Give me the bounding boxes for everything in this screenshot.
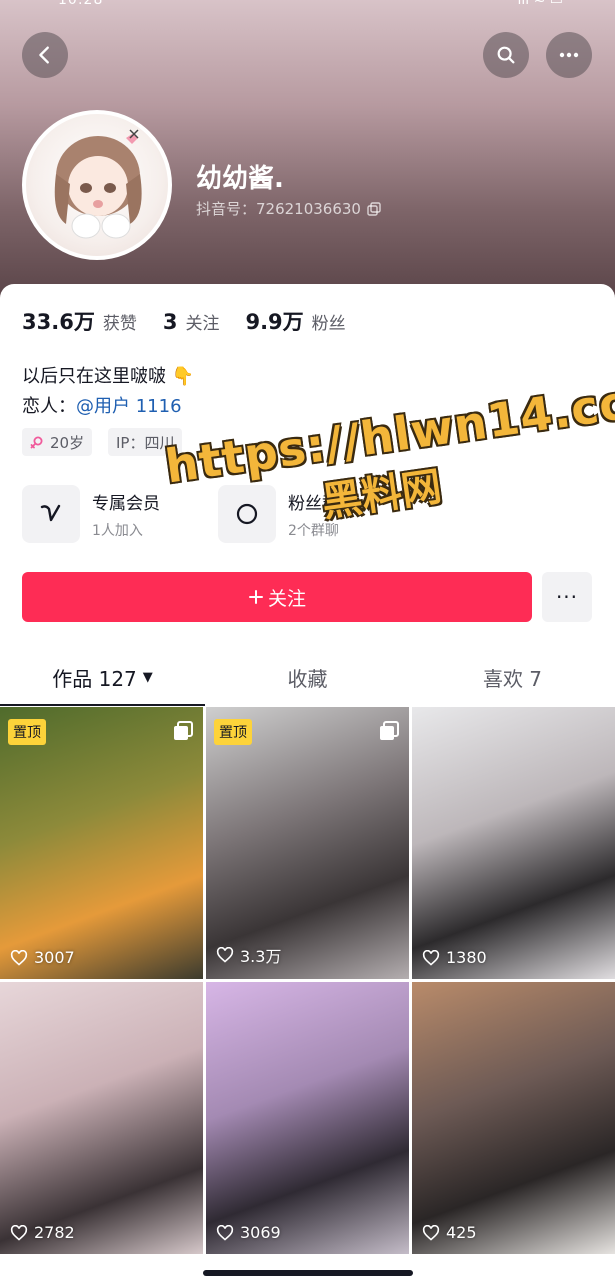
chat-bubble-icon [236,503,258,525]
search-icon [497,46,515,64]
follow-button[interactable]: 关注 [22,572,532,622]
like-count: 3069 [216,1223,281,1242]
like-count-text: 425 [446,1223,477,1242]
stat-value: 3 [162,310,178,334]
more-options-button[interactable] [546,32,592,78]
fan-group-entry[interactable]: 粉丝群 2个群聊 [218,484,339,544]
follow-label: 关注 [267,587,306,610]
group-icon-box [218,485,276,543]
tab-label: 喜欢 7 [482,666,543,691]
lover-prefix: 恋人： [22,396,76,417]
status-time: 10:28 [58,0,104,8]
stat-label: 关注 [185,314,220,334]
lover-link[interactable]: @用户 1116 [76,396,182,417]
like-count-text: 2782 [34,1223,75,1242]
stat-followers[interactable]: 9.9万 粉丝 [245,306,345,336]
copy-icon[interactable] [367,201,381,216]
video-thumbnail[interactable]: 2782 [0,982,203,1254]
stat-label: 粉丝 [311,314,346,334]
video-thumbnail[interactable]: 1380 [412,707,615,979]
vip-subtitle: 1人加入 [92,522,143,539]
like-count-text: 3007 [34,948,75,967]
vip-icon-box [22,485,80,543]
image-set-icon [174,721,193,740]
tab-favorites[interactable]: 收藏 [205,648,410,706]
avatar[interactable] [22,110,172,260]
stat-likes[interactable]: 33.6万 获赞 [22,306,137,336]
video-thumbnail[interactable]: 3069 [206,982,409,1254]
video-thumbnail[interactable]: 置顶 3.3万 [206,707,409,979]
video-thumbnail[interactable]: 425 [412,982,615,1254]
like-count-text: 3.3万 [240,947,282,966]
pinned-badge: 置顶 [8,719,46,745]
status-bar: 10:28 ııl ≈ ▭ [0,0,615,12]
profile-nickname: 幼幼酱. [196,164,284,194]
pinned-badge: 置顶 [214,719,252,745]
stat-value: 9.9万 [245,310,304,334]
more-dots-icon [559,52,579,58]
like-count: 425 [422,1223,477,1242]
heart-icon [216,947,234,963]
vip-title: 专属会员 [92,493,160,514]
tab-likes[interactable]: 喜欢 7 [410,648,615,706]
tab-label: 作品 127 [52,666,137,691]
back-button[interactable] [22,32,68,78]
profile-bio: 以后只在这里啵啵 👇 [22,366,195,387]
like-count: 3007 [10,948,75,967]
douyin-id[interactable]: 抖音号：72621036630 [196,198,381,219]
home-indicator [203,1270,413,1276]
female-icon [30,436,43,449]
search-button[interactable] [483,32,529,78]
like-count-text: 1380 [446,948,487,967]
vip-membership-entry[interactable]: 专属会员 1人加入 [22,484,160,544]
like-count: 2782 [10,1223,75,1242]
heart-icon [422,1224,440,1241]
heart-icon [422,949,440,966]
stat-following[interactable]: 3 关注 [163,309,220,334]
like-count-text: 3069 [240,1223,281,1242]
stat-value: 33.6万 [22,310,95,334]
plus-icon [248,590,263,604]
tab-works[interactable]: 作品 127 ▼ [0,648,205,706]
heart-icon [10,949,28,966]
profile-lover: 恋人：@用户 1116 [22,392,182,418]
like-count: 1380 [422,948,487,967]
tab-label: 收藏 [287,666,328,691]
age-text: 20岁 [50,433,85,452]
more-label: ··· [555,585,579,609]
image-set-icon [380,721,399,740]
group-title: 粉丝群 [288,493,339,514]
age-tag: 20岁 [22,428,93,456]
video-thumbnail[interactable]: 置顶 3007 [0,707,203,979]
status-icons: ııl ≈ ▭ [517,0,563,8]
avatar-illustration [54,129,142,239]
like-count: 3.3万 [216,943,281,967]
heart-icon [10,1224,28,1241]
ip-text: IP：四川 [116,433,175,452]
chevron-left-icon [39,46,49,64]
group-subtitle: 2个群聊 [288,522,339,539]
vip-heart-icon [40,504,61,522]
caret-down-icon: ▼ [142,669,153,685]
stat-label: 获赞 [102,314,137,334]
ip-tag: IP：四川 [108,428,183,456]
douyin-id-text: 抖音号：72621036630 [196,200,361,218]
video-grid: 置顶 3007 置顶 3.3万 1380 2782 3069 425 [0,707,615,1254]
profile-stats: 33.6万 获赞 3 关注 9.9万 粉丝 [22,306,372,336]
content-tabs: 作品 127 ▼ 收藏 喜欢 7 [0,648,615,706]
heart-icon [216,1224,234,1241]
profile-more-button[interactable]: ··· [542,572,592,622]
